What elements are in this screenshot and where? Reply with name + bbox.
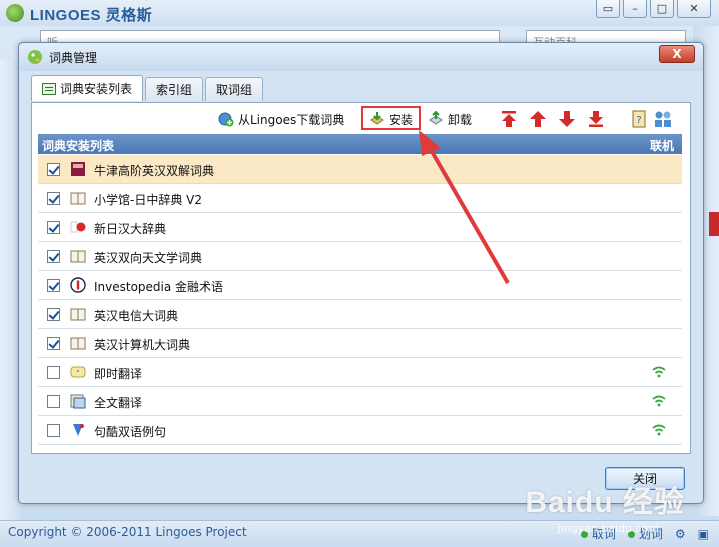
- maximize-button[interactable]: □: [650, 0, 674, 18]
- dictionary-checkbox[interactable]: [47, 279, 60, 292]
- book-icon: [70, 308, 86, 321]
- dictionary-name: 全文翻译: [94, 396, 143, 410]
- list-header-online: 联机: [649, 139, 674, 153]
- dialog-close-button[interactable]: X: [659, 45, 695, 63]
- oxford-icon: [71, 162, 85, 176]
- list-header-title: 词典安装列表: [42, 139, 115, 153]
- red-marker: [709, 212, 719, 236]
- dictionary-row[interactable]: 牛津高阶英汉双解词典: [38, 155, 682, 184]
- svg-text:“: “: [76, 369, 80, 377]
- dictionary-checkbox[interactable]: [47, 163, 60, 176]
- dictionary-row[interactable]: 英汉电信大词典: [38, 300, 682, 329]
- dictionary-checkbox[interactable]: [47, 395, 60, 408]
- dictionary-list: 牛津高阶英汉双解词典 小学馆-日中辞典 V2 新日汉大辞典英汉双向天文学词典 Inve…: [38, 155, 682, 445]
- window-controls: ▭ – □ ✕: [596, 0, 711, 18]
- app-title-bar: LINGOES 灵格斯 ▭ – □ ✕: [0, 0, 719, 26]
- dictionary-row[interactable]: 全文翻译: [38, 387, 682, 416]
- lingoes-parrot-icon: [28, 50, 42, 64]
- dictionary-name: Investopedia 金融术语: [94, 280, 224, 294]
- dictionary-row[interactable]: Investopedia 金融术语: [38, 271, 682, 300]
- dialog-tabs: 词典安装列表 索引组 取词组: [31, 75, 264, 101]
- online-icon: [652, 366, 666, 378]
- move-down-icon[interactable]: [558, 110, 576, 128]
- dictionary-checkbox[interactable]: [47, 221, 60, 234]
- app-title: LINGOES 灵格斯: [30, 7, 153, 24]
- baidu-watermark-url: jingyan.baidu.com: [557, 522, 659, 535]
- dialog-title: 词典管理: [49, 51, 98, 65]
- left-side-panel: [0, 60, 20, 520]
- book-icon: [70, 250, 86, 263]
- dictionary-row[interactable]: 小学馆-日中辞典 V2: [38, 184, 682, 213]
- baidu-watermark: Baidu 经验: [525, 486, 685, 519]
- list-header: 词典安装列表 联机: [38, 134, 682, 154]
- fulltext-translate-icon: [70, 394, 86, 409]
- minimize-button[interactable]: –: [623, 0, 647, 18]
- move-up-icon[interactable]: [529, 110, 547, 128]
- install-list-panel: 从Lingoes下载词典 安装 卸载 ? 词典安装列表 联机 牛津高阶英汉双解词…: [31, 102, 691, 454]
- dictionary-name: 英汉双向天文学词典: [94, 251, 203, 265]
- dictionary-name: 小学馆-日中辞典 V2: [94, 193, 202, 207]
- dictionary-checkbox[interactable]: [47, 192, 60, 205]
- dictionary-group-icon[interactable]: [654, 110, 672, 128]
- minimize-to-tray-button[interactable]: ▭: [596, 0, 620, 18]
- online-icon: [652, 424, 666, 436]
- move-bottom-icon[interactable]: [587, 110, 605, 128]
- download-globe-icon: [218, 112, 234, 127]
- tab-install-list[interactable]: 词典安装列表: [31, 75, 144, 101]
- dictionary-row[interactable]: 句酷双语例句: [38, 416, 682, 445]
- settings-icon[interactable]: ⚙: [675, 527, 686, 541]
- investopedia-icon: [70, 277, 86, 293]
- book-icon: [70, 337, 86, 350]
- dictionary-row[interactable]: 新日汉大辞典: [38, 213, 682, 242]
- dictionary-checkbox[interactable]: [47, 424, 60, 437]
- dictionary-name: 英汉计算机大词典: [94, 338, 191, 352]
- online-icon: [652, 395, 666, 407]
- dictionary-checkbox[interactable]: [47, 250, 60, 263]
- dictionary-checkbox[interactable]: [47, 337, 60, 350]
- dictionary-toolbar: 从Lingoes下载词典 安装 卸载 ?: [32, 103, 690, 133]
- jukuu-icon: [73, 424, 84, 436]
- dictionary-name: 新日汉大辞典: [94, 222, 167, 236]
- japan-flag-icon: [70, 221, 86, 233]
- tab-index-group[interactable]: 索引组: [145, 77, 204, 101]
- book-icon: [70, 192, 86, 205]
- dictionary-name: 牛津高阶英汉双解词典: [94, 164, 215, 178]
- dictionary-name: 英汉电信大词典: [94, 309, 179, 323]
- download-dictionary-button[interactable]: 从Lingoes下载词典: [218, 109, 344, 129]
- install-icon: [370, 112, 384, 125]
- move-top-icon[interactable]: [500, 110, 518, 128]
- uninstall-button[interactable]: 卸载: [428, 109, 472, 129]
- uninstall-icon: [429, 111, 443, 125]
- instant-translate-icon: “: [70, 366, 86, 378]
- dictionary-checkbox[interactable]: [47, 366, 60, 379]
- dictionary-checkbox[interactable]: [47, 308, 60, 321]
- lingoes-logo-icon: [6, 4, 24, 22]
- list-icon: [42, 82, 56, 95]
- window-icon[interactable]: ▣: [698, 527, 709, 541]
- dictionary-name: 即时翻译: [94, 367, 143, 381]
- dictionary-row[interactable]: “ 即时翻译: [38, 358, 682, 387]
- dictionary-row[interactable]: 英汉计算机大词典: [38, 329, 682, 358]
- svg-text:?: ?: [636, 115, 641, 126]
- dialog-title-bar: 词典管理 X: [19, 43, 703, 71]
- tab-capture-group[interactable]: 取词组: [205, 77, 264, 101]
- close-window-button[interactable]: ✕: [677, 0, 711, 18]
- help-book-icon[interactable]: ?: [630, 110, 648, 128]
- dictionary-name: 句酷双语例句: [94, 425, 167, 439]
- dictionary-row[interactable]: 英汉双向天文学词典: [38, 242, 682, 271]
- install-button[interactable]: 安装: [369, 109, 413, 129]
- copyright-text: Copyright © 2006-2011 Lingoes Project: [8, 525, 247, 539]
- dictionary-manager-dialog: 词典管理 X 词典安装列表 索引组 取词组 从Lingoes下载词典 安装 卸载…: [18, 42, 704, 504]
